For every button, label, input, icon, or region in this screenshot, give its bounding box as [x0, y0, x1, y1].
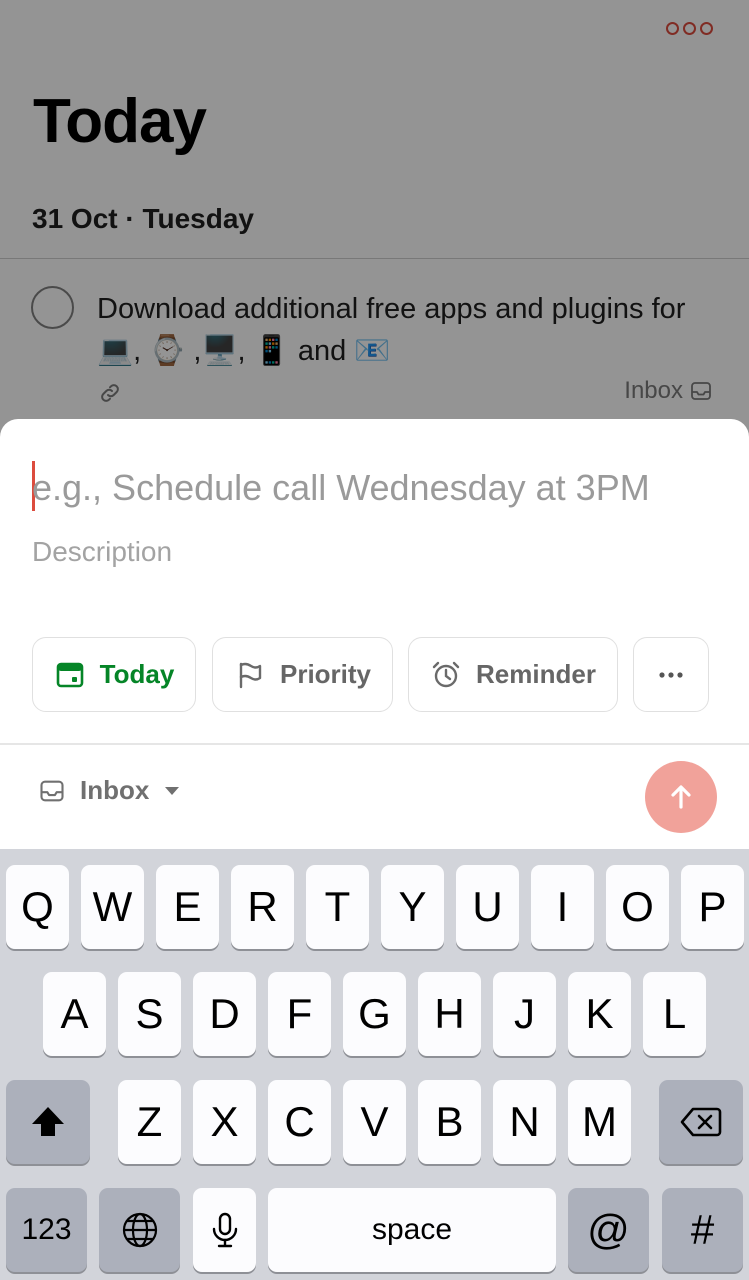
key-g[interactable]: G [343, 972, 406, 1056]
shift-key[interactable] [6, 1080, 90, 1164]
delete-backward-icon [680, 1107, 722, 1137]
calendar-icon [56, 662, 83, 687]
arrow-up-icon [671, 785, 691, 809]
key-s[interactable]: S [118, 972, 181, 1056]
key-e[interactable]: E [156, 865, 219, 949]
project-selector-label: Inbox [80, 775, 150, 805]
key-m[interactable]: M [568, 1080, 631, 1164]
priority-chip[interactable]: Priority [212, 637, 393, 712]
inbox-icon [40, 780, 64, 801]
key-t[interactable]: T [306, 865, 369, 949]
globe-key[interactable] [99, 1188, 180, 1272]
key-z[interactable]: Z [118, 1080, 181, 1164]
flag-icon [239, 662, 262, 688]
caret-down-icon [165, 786, 180, 795]
backspace-key[interactable] [659, 1080, 743, 1164]
numbers-key[interactable]: 123 [6, 1188, 87, 1272]
shift-arrow-icon [32, 1107, 64, 1136]
due-date-chip-label: Today [99, 659, 175, 689]
key-y[interactable]: Y [381, 865, 444, 949]
key-v[interactable]: V [343, 1080, 406, 1164]
key-i[interactable]: I [531, 865, 594, 949]
key-r[interactable]: R [231, 865, 294, 949]
key-p[interactable]: P [681, 865, 744, 949]
microphone-icon [212, 1212, 237, 1248]
dictation-key[interactable] [193, 1188, 256, 1272]
key-q[interactable]: Q [6, 865, 69, 949]
key-l[interactable]: L [643, 972, 706, 1056]
divider [0, 743, 749, 745]
key-b[interactable]: B [418, 1080, 481, 1164]
key-n[interactable]: N [493, 1080, 556, 1164]
key-k[interactable]: K [568, 972, 631, 1056]
description-input[interactable] [32, 530, 712, 574]
key-x[interactable]: X [193, 1080, 256, 1164]
onscreen-keyboard: Q W E R T Y U I O P A S D F G H J K L Z … [0, 849, 749, 1280]
reminder-chip-label: Reminder [476, 659, 596, 689]
key-c[interactable]: C [268, 1080, 331, 1164]
key-j[interactable]: J [493, 972, 556, 1056]
reminder-chip[interactable]: Reminder [408, 637, 618, 712]
globe-icon [122, 1212, 157, 1248]
add-task-button[interactable] [645, 761, 717, 833]
more-actions-chip[interactable] [633, 637, 709, 712]
key-h[interactable]: H [418, 972, 481, 1056]
space-key[interactable]: space [268, 1188, 556, 1272]
key-o[interactable]: O [606, 865, 669, 949]
ellipsis-icon [659, 671, 683, 678]
alarm-clock-icon [432, 661, 460, 687]
hash-key[interactable]: # [662, 1188, 743, 1272]
key-d[interactable]: D [193, 972, 256, 1056]
key-u[interactable]: U [456, 865, 519, 949]
key-a[interactable]: A [43, 972, 106, 1056]
key-w[interactable]: W [81, 865, 144, 949]
at-key[interactable]: @ [568, 1188, 649, 1272]
due-date-chip[interactable]: Today [32, 637, 196, 712]
priority-chip-label: Priority [279, 659, 372, 689]
key-f[interactable]: F [268, 972, 331, 1056]
project-selector[interactable]: Inbox [38, 775, 180, 806]
task-name-input[interactable] [32, 458, 732, 518]
